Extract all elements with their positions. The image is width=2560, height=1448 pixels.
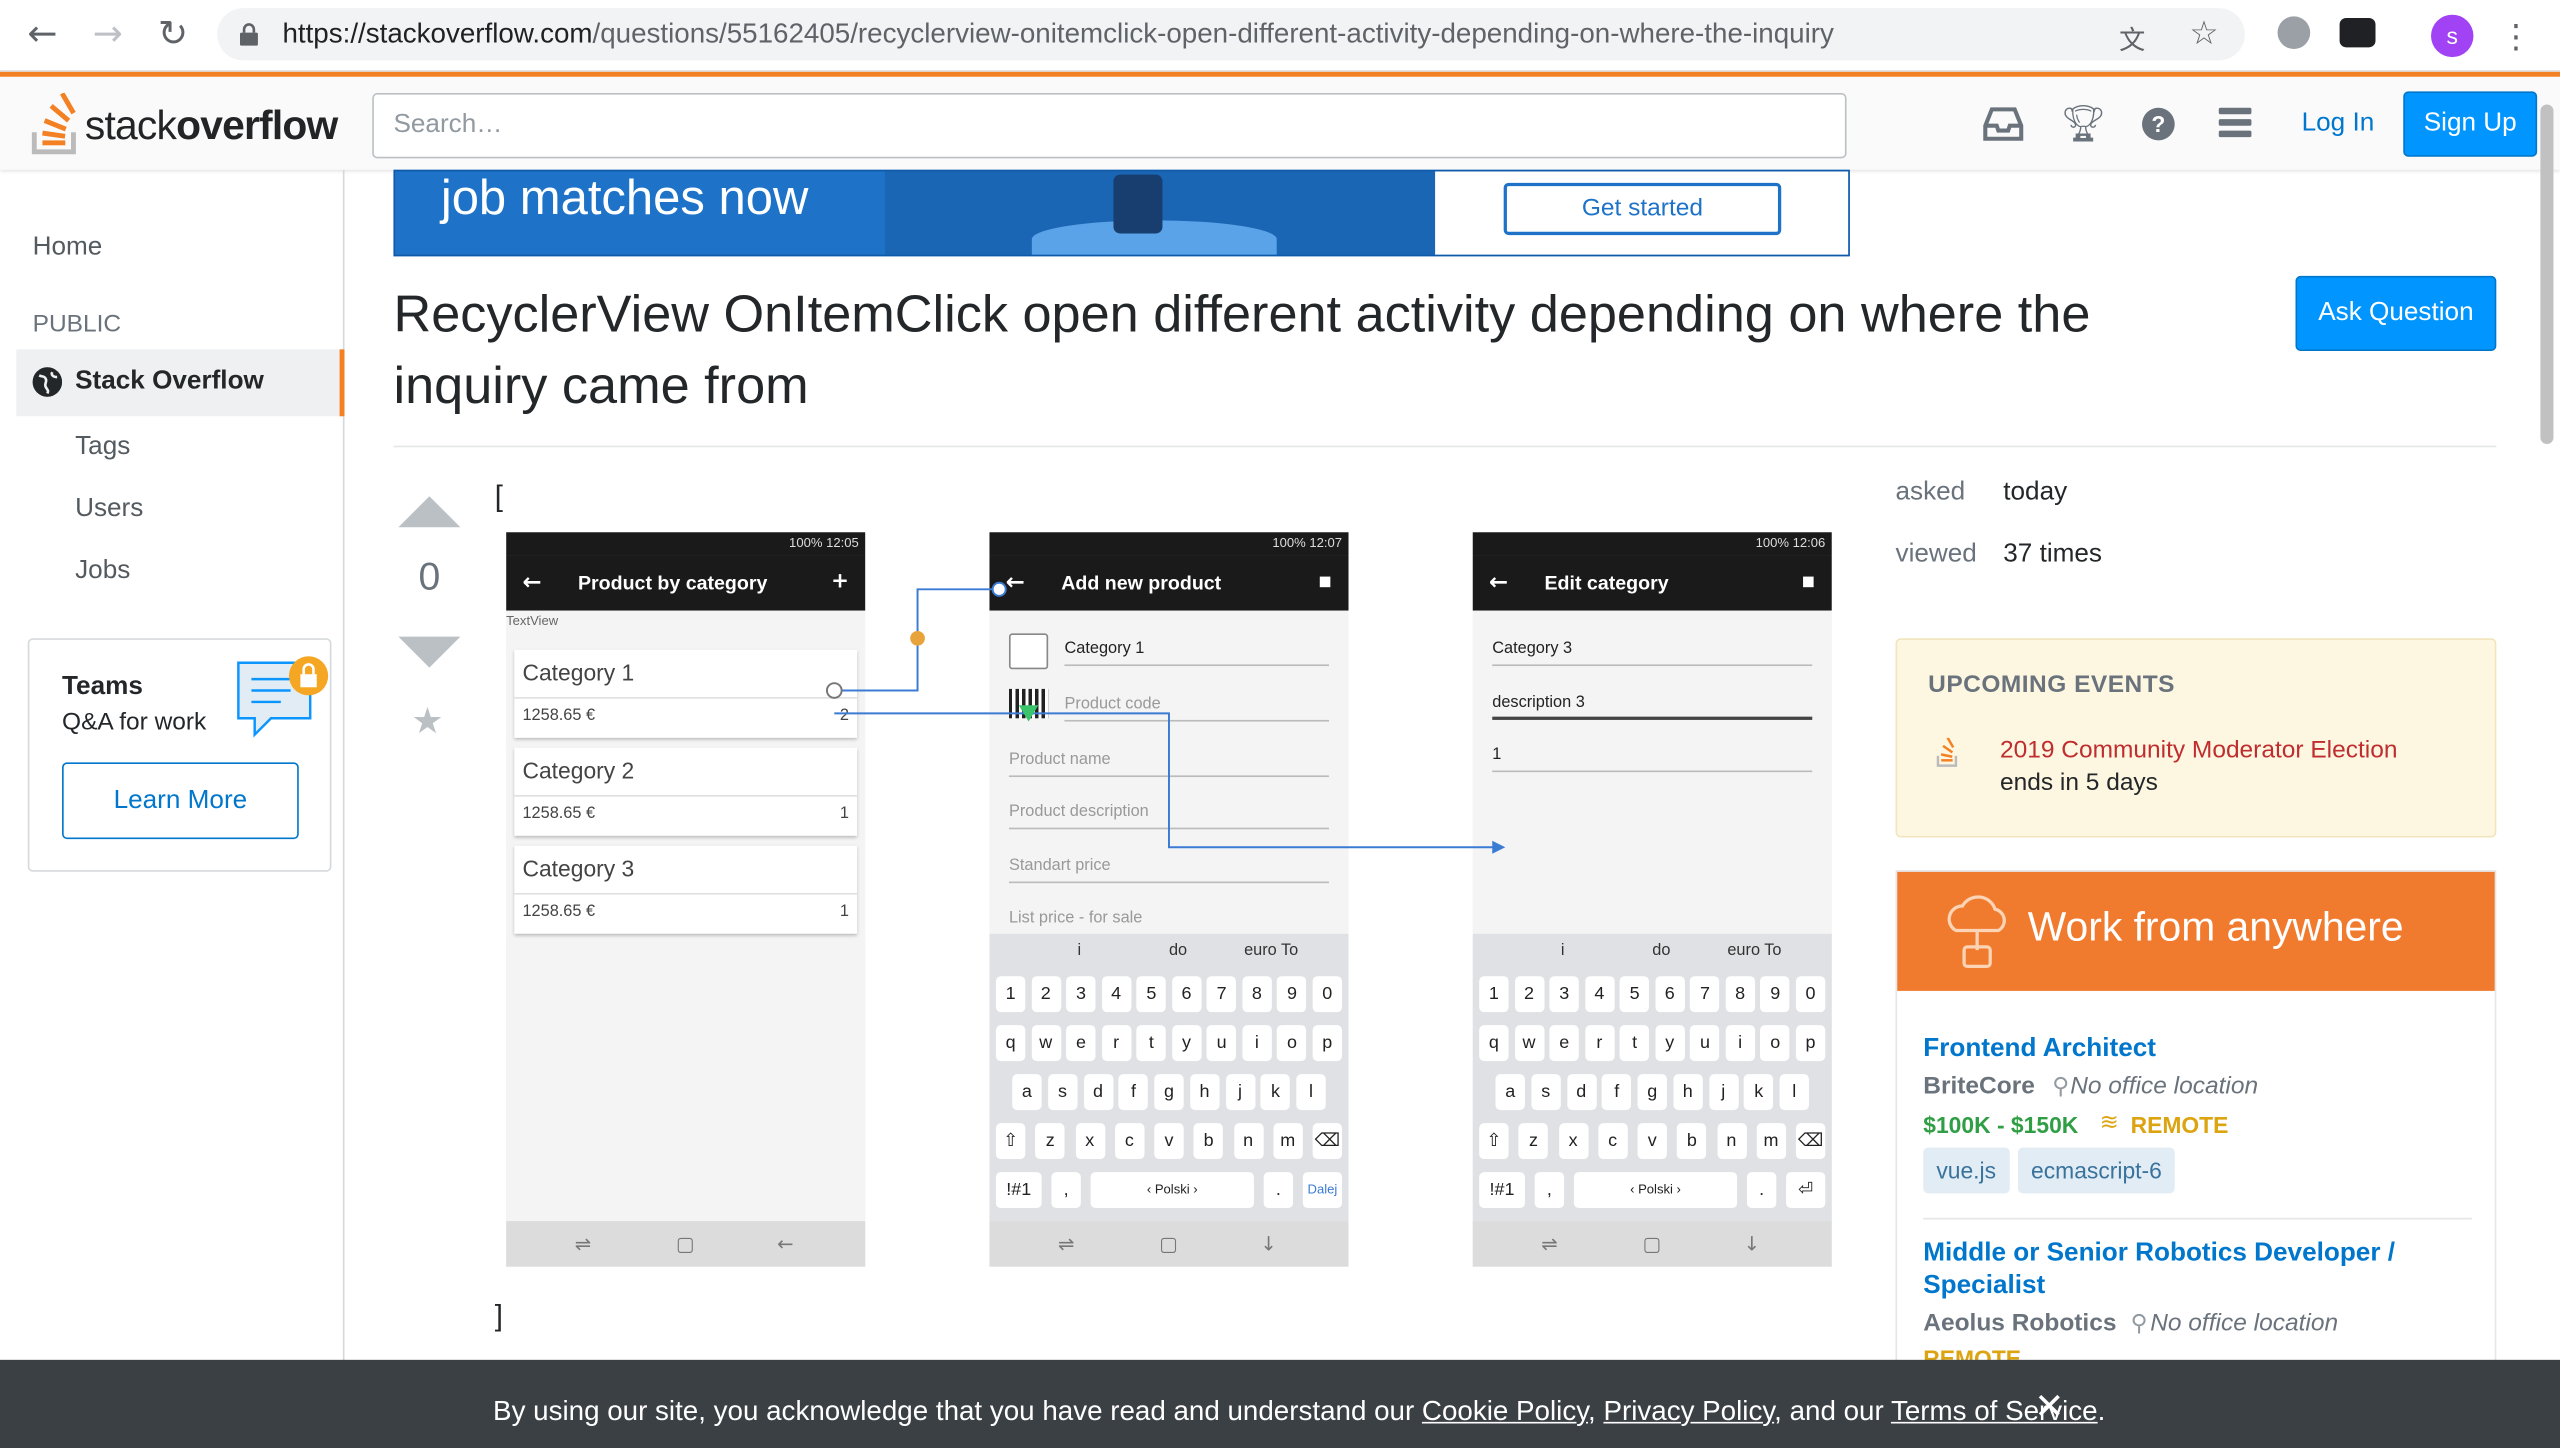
asked-value[interactable]: today	[2003, 478, 2067, 507]
job-location: No office location	[2150, 1309, 2339, 1337]
cookie-banner: By using our site, you acknowledge that …	[0, 1359, 2560, 1448]
jobs-banner-title: Work from anywhere	[2027, 904, 2404, 951]
stackoverflow-small-icon	[1936, 736, 1959, 767]
wifi-remote-icon: ≋	[2099, 1110, 2119, 1137]
privacy-policy-link[interactable]: Privacy Policy	[1603, 1396, 1774, 1427]
close-icon[interactable]: ✕	[2034, 1388, 2064, 1429]
cookie-suffix: .	[2097, 1395, 2106, 1427]
job-salary: $100K - $150K	[1923, 1111, 2079, 1138]
job-company: Aeolus Robotics	[1923, 1309, 2117, 1337]
event-link[interactable]: 2019 Community Moderator Election	[2000, 736, 2397, 764]
jobs-banner[interactable]: Work from anywhere	[1897, 871, 2495, 991]
viewed-value: 37 times	[2003, 540, 2102, 569]
job-divider	[1923, 1217, 2472, 1220]
scrollbar-thumb[interactable]	[2540, 104, 2554, 445]
job-location: No office location	[2070, 1072, 2259, 1101]
location-pin-icon: ⚲	[2052, 1074, 2070, 1101]
remote-cloud-icon	[1943, 888, 2012, 973]
events-heading: UPCOMING EVENTS	[1928, 670, 2175, 699]
location-pin-icon: ⚲	[2130, 1310, 2148, 1337]
cookie-sep: , and our	[1774, 1395, 1891, 1427]
terms-link[interactable]: Terms of Service	[1891, 1396, 2098, 1427]
job-title-link[interactable]: Frontend Architect	[1923, 1033, 2156, 1066]
cookie-policy-link[interactable]: Cookie Policy	[1422, 1396, 1588, 1427]
cookie-prefix: By using our site, you acknowledge that …	[493, 1395, 1422, 1427]
job-company: BriteCore	[1923, 1072, 2035, 1101]
cookie-text: By using our site, you acknowledge that …	[493, 1396, 2105, 1429]
upcoming-events-widget: UPCOMING EVENTS 2019 Community Moderator…	[1895, 638, 2497, 838]
event-subtitle: ends in 5 days	[1999, 768, 2158, 797]
job-remote: REMOTE	[2130, 1111, 2229, 1138]
tag-ecmascript-6[interactable]: ecmascript-6	[2017, 1147, 2175, 1194]
tag-vuejs[interactable]: vue.js	[1923, 1147, 2010, 1194]
viewed-label: viewed	[1895, 540, 1977, 569]
cookie-sep: ,	[1588, 1395, 1604, 1427]
job-title-link[interactable]: Middle or Senior Robotics Developer / Sp…	[1923, 1237, 2445, 1302]
asked-label: asked	[1895, 478, 1966, 507]
